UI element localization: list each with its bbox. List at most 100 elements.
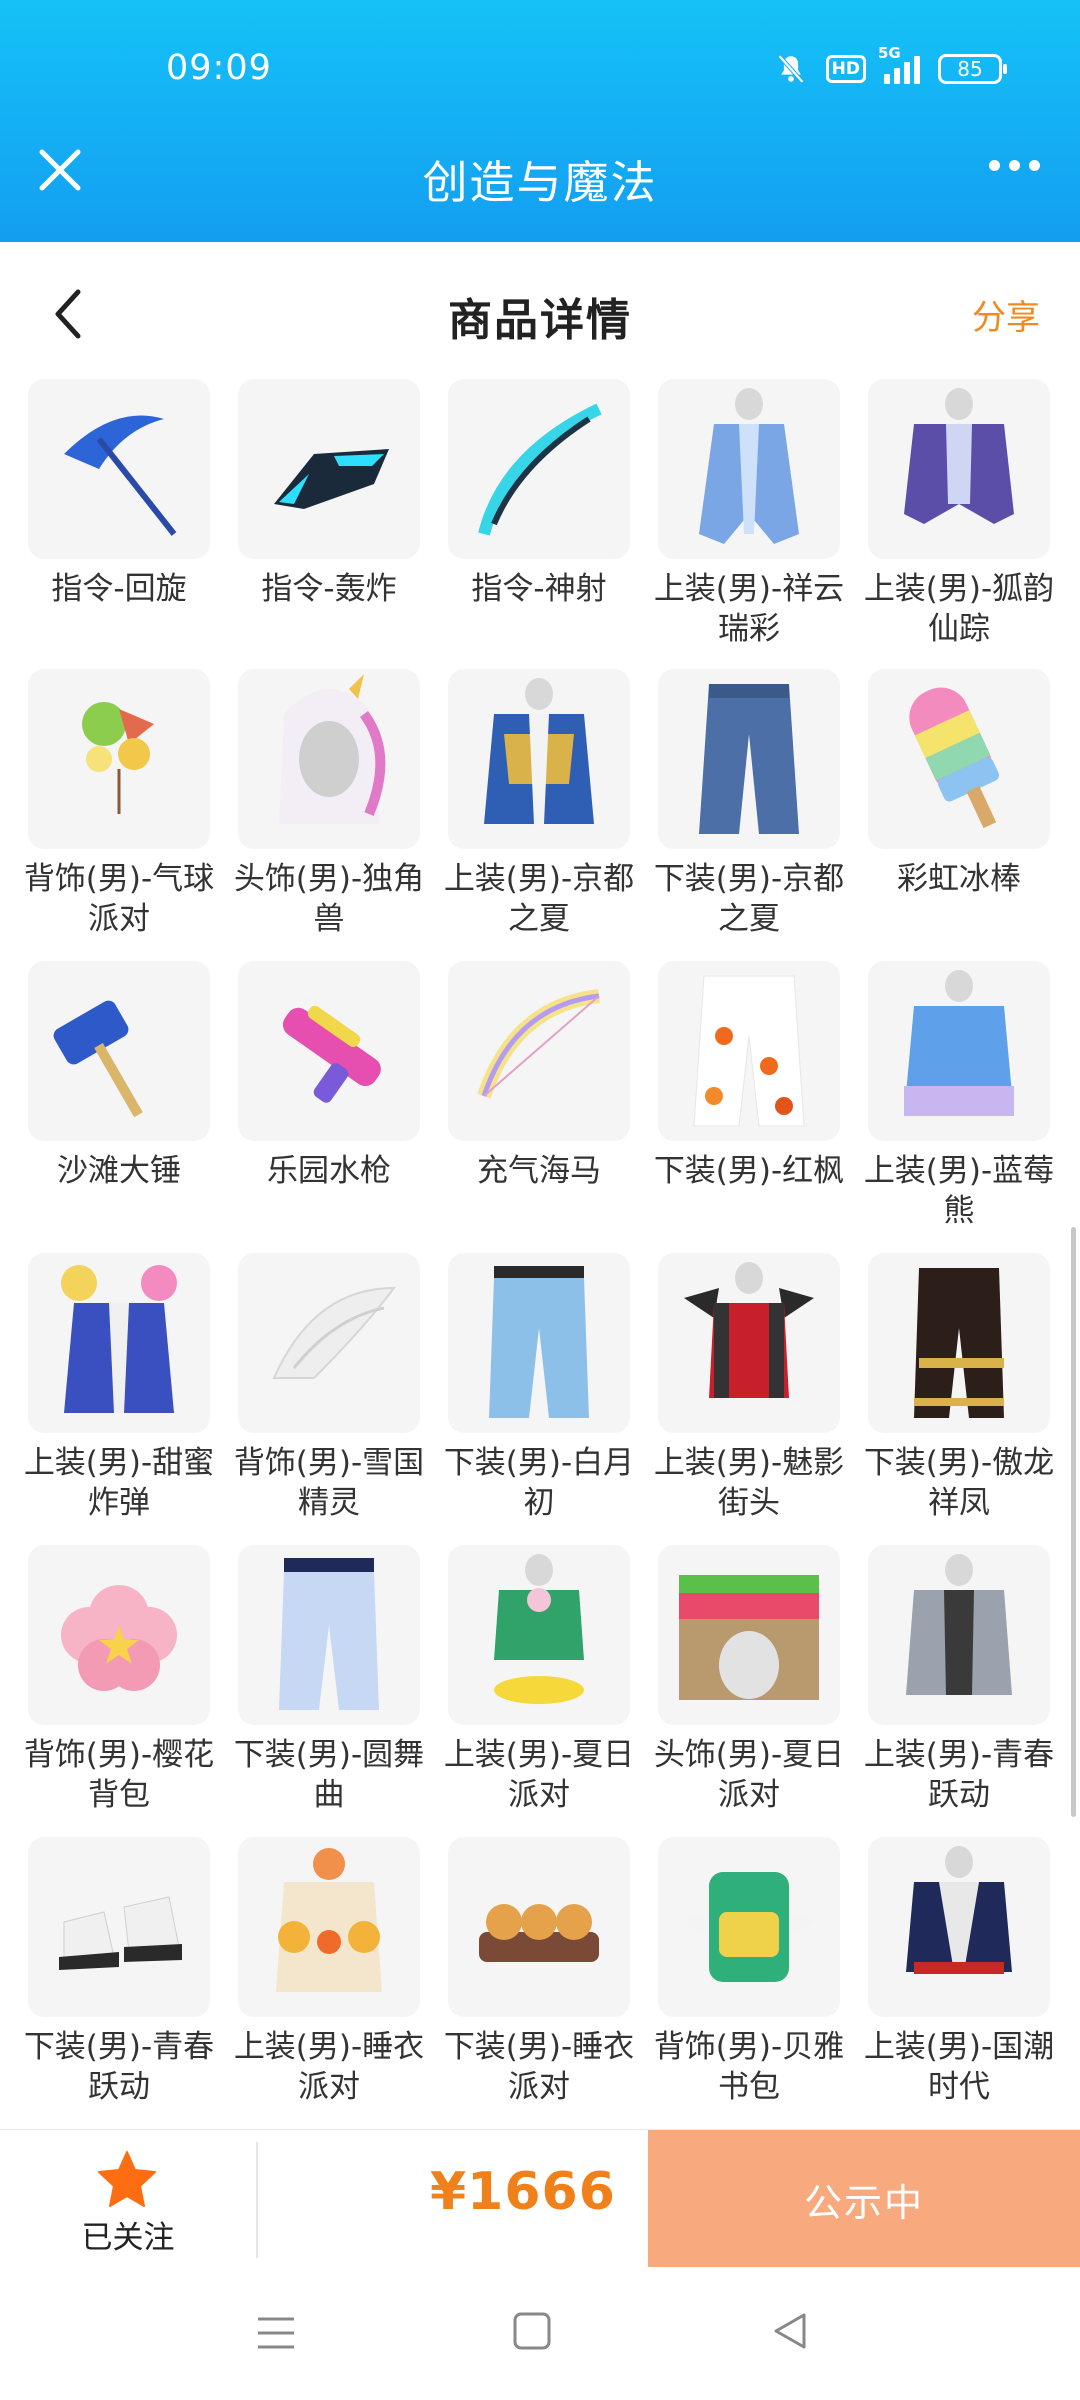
pants-icon (279, 1558, 379, 1710)
item-card[interactable]: 上装(男)-国潮时代 (864, 1837, 1054, 2107)
item-card[interactable]: 上装(男)-睡衣派对 (234, 1837, 424, 2107)
item-card[interactable]: 上装(男)-狐韵仙踪 (864, 379, 1054, 649)
item-name: 指令-轰炸 (261, 571, 397, 607)
item-card[interactable]: 下装(男)-京都之夏 (654, 669, 844, 939)
item-name: 上装(男)-睡衣派对 (233, 2029, 425, 2105)
item-card[interactable]: 指令-轰炸 (238, 379, 420, 609)
item-card[interactable]: 充气海马 (448, 961, 630, 1191)
menu-icon[interactable] (256, 2313, 296, 2353)
outfit-top-icon (906, 1554, 1012, 1695)
inflatable-bow-icon (477, 989, 600, 1099)
item-name: 上装(男)-甜蜜炸弹 (23, 1445, 215, 1521)
more-icon[interactable] (989, 160, 1040, 171)
item-card[interactable]: 上装(男)-京都之夏 (444, 669, 634, 939)
item-card[interactable]: 下装(男)-红枫 (654, 961, 844, 1191)
balloons-icon (82, 702, 154, 814)
item-name: 彩虹冰棒 (897, 861, 1021, 897)
item-card[interactable]: 背饰(男)-贝雅书包 (654, 1837, 844, 2107)
item-thumbnail (238, 961, 420, 1141)
item-thumbnail (868, 379, 1050, 559)
item-thumbnail (658, 379, 840, 559)
outfit-top-icon (684, 1262, 814, 1398)
item-thumbnail (238, 1837, 420, 2017)
sun-hat-icon (679, 1575, 819, 1700)
item-card[interactable]: 背饰(男)-气球派对 (24, 669, 214, 939)
item-name: 沙滩大锤 (57, 1153, 181, 1189)
item-thumbnail (448, 1253, 630, 1433)
item-thumbnail (868, 1545, 1050, 1725)
item-thumbnail (658, 961, 840, 1141)
item-card[interactable]: 头饰(男)-独角兽 (234, 669, 424, 939)
item-card[interactable]: 下装(男)-圆舞曲 (234, 1545, 424, 1815)
item-card[interactable]: 下装(男)-睡衣派对 (444, 1837, 634, 2107)
back-triangle-icon[interactable] (770, 2311, 810, 2351)
item-thumbnail (658, 1837, 840, 2017)
item-card[interactable]: 下装(男)-白月初 (444, 1253, 634, 1523)
outfit-top-icon (484, 678, 594, 824)
launcher-icon (274, 449, 389, 509)
item-card[interactable]: 彩虹冰棒 (868, 669, 1050, 899)
item-name: 背饰(男)-雪国精灵 (233, 1445, 425, 1521)
item-name: 上装(男)-狐韵仙踪 (863, 571, 1055, 647)
follow-label: 已关注 (81, 2220, 175, 2256)
sakura-backpack-icon (61, 1585, 177, 1691)
pants-icon (489, 1266, 589, 1418)
item-card[interactable]: 上装(男)-魅影街头 (654, 1253, 844, 1523)
outfit-top-icon (276, 1848, 382, 1992)
item-card[interactable]: 下装(男)-傲龙祥凤 (864, 1253, 1054, 1523)
item-thumbnail (28, 1545, 210, 1725)
mute-bell-icon (777, 54, 804, 84)
scythe-icon (64, 415, 177, 536)
item-card[interactable]: 上装(男)-蓝莓熊 (864, 961, 1054, 1231)
outfit-top-icon (699, 388, 799, 544)
item-name: 乐园水枪 (267, 1153, 391, 1189)
item-thumbnail (28, 961, 210, 1141)
publicity-status-button[interactable]: 公示中 (648, 2130, 1080, 2268)
item-thumbnail (448, 379, 630, 559)
item-thumbnail (448, 961, 630, 1141)
item-card[interactable]: 乐园水枪 (238, 961, 420, 1191)
divider (256, 2142, 258, 2258)
item-name: 上装(男)-蓝莓熊 (863, 1153, 1055, 1229)
item-name: 指令-神射 (471, 571, 607, 607)
star-icon (98, 2151, 156, 2207)
outfit-top-icon (906, 1846, 1012, 1974)
item-thumbnail (868, 1253, 1050, 1433)
item-name: 下装(男)-圆舞曲 (233, 1737, 425, 1813)
item-name: 下装(男)-白月初 (443, 1445, 635, 1521)
hd-badge: HD (825, 55, 866, 83)
battery-icon: 85 (938, 54, 1007, 84)
outfit-top-icon (904, 388, 1014, 524)
item-name: 上装(男)-京都之夏 (443, 861, 635, 937)
item-card[interactable]: 背饰(男)-樱花背包 (24, 1545, 214, 1815)
item-name: 上装(男)-国潮时代 (863, 2029, 1055, 2105)
item-card[interactable]: 上装(男)-夏日派对 (444, 1545, 634, 1815)
wings-icon (272, 1286, 397, 1379)
item-card[interactable]: 上装(男)-甜蜜炸弹 (24, 1253, 214, 1523)
item-card[interactable]: 上装(男)-祥云瑞彩 (654, 379, 844, 649)
item-thumbnail (238, 379, 420, 559)
item-card[interactable]: 头饰(男)-夏日派对 (654, 1545, 844, 1815)
item-name: 背饰(男)-贝雅书包 (653, 2029, 845, 2105)
item-thumbnail (658, 1253, 840, 1433)
item-thumbnail (28, 1837, 210, 2017)
item-card[interactable]: 沙滩大锤 (28, 961, 210, 1191)
sneakers-icon (59, 1896, 182, 1970)
item-thumbnail (448, 1837, 630, 2017)
item-card[interactable]: 指令-神射 (448, 379, 630, 609)
item-thumbnail (28, 379, 210, 559)
share-button[interactable]: 分享 (972, 290, 1040, 339)
page-header: 商品详情 分享 (0, 242, 1080, 377)
item-card[interactable]: 下装(男)-青春跃动 (24, 1837, 214, 2107)
item-card[interactable]: 上装(男)-青春跃动 (864, 1545, 1054, 1815)
item-card[interactable]: 背饰(男)-雪国精灵 (234, 1253, 424, 1523)
item-thumbnail (28, 1253, 210, 1433)
home-icon[interactable] (512, 2311, 552, 2351)
item-name: 上装(男)-夏日派对 (443, 1737, 635, 1813)
item-card[interactable]: 指令-回旋 (28, 379, 210, 609)
scrollbar[interactable] (1071, 1227, 1076, 1817)
slippers-icon (479, 1904, 599, 1962)
follow-button[interactable]: 已关注 (0, 2130, 256, 2268)
app-title: 创造与魔法 (422, 156, 658, 209)
item-thumbnail (238, 1545, 420, 1725)
